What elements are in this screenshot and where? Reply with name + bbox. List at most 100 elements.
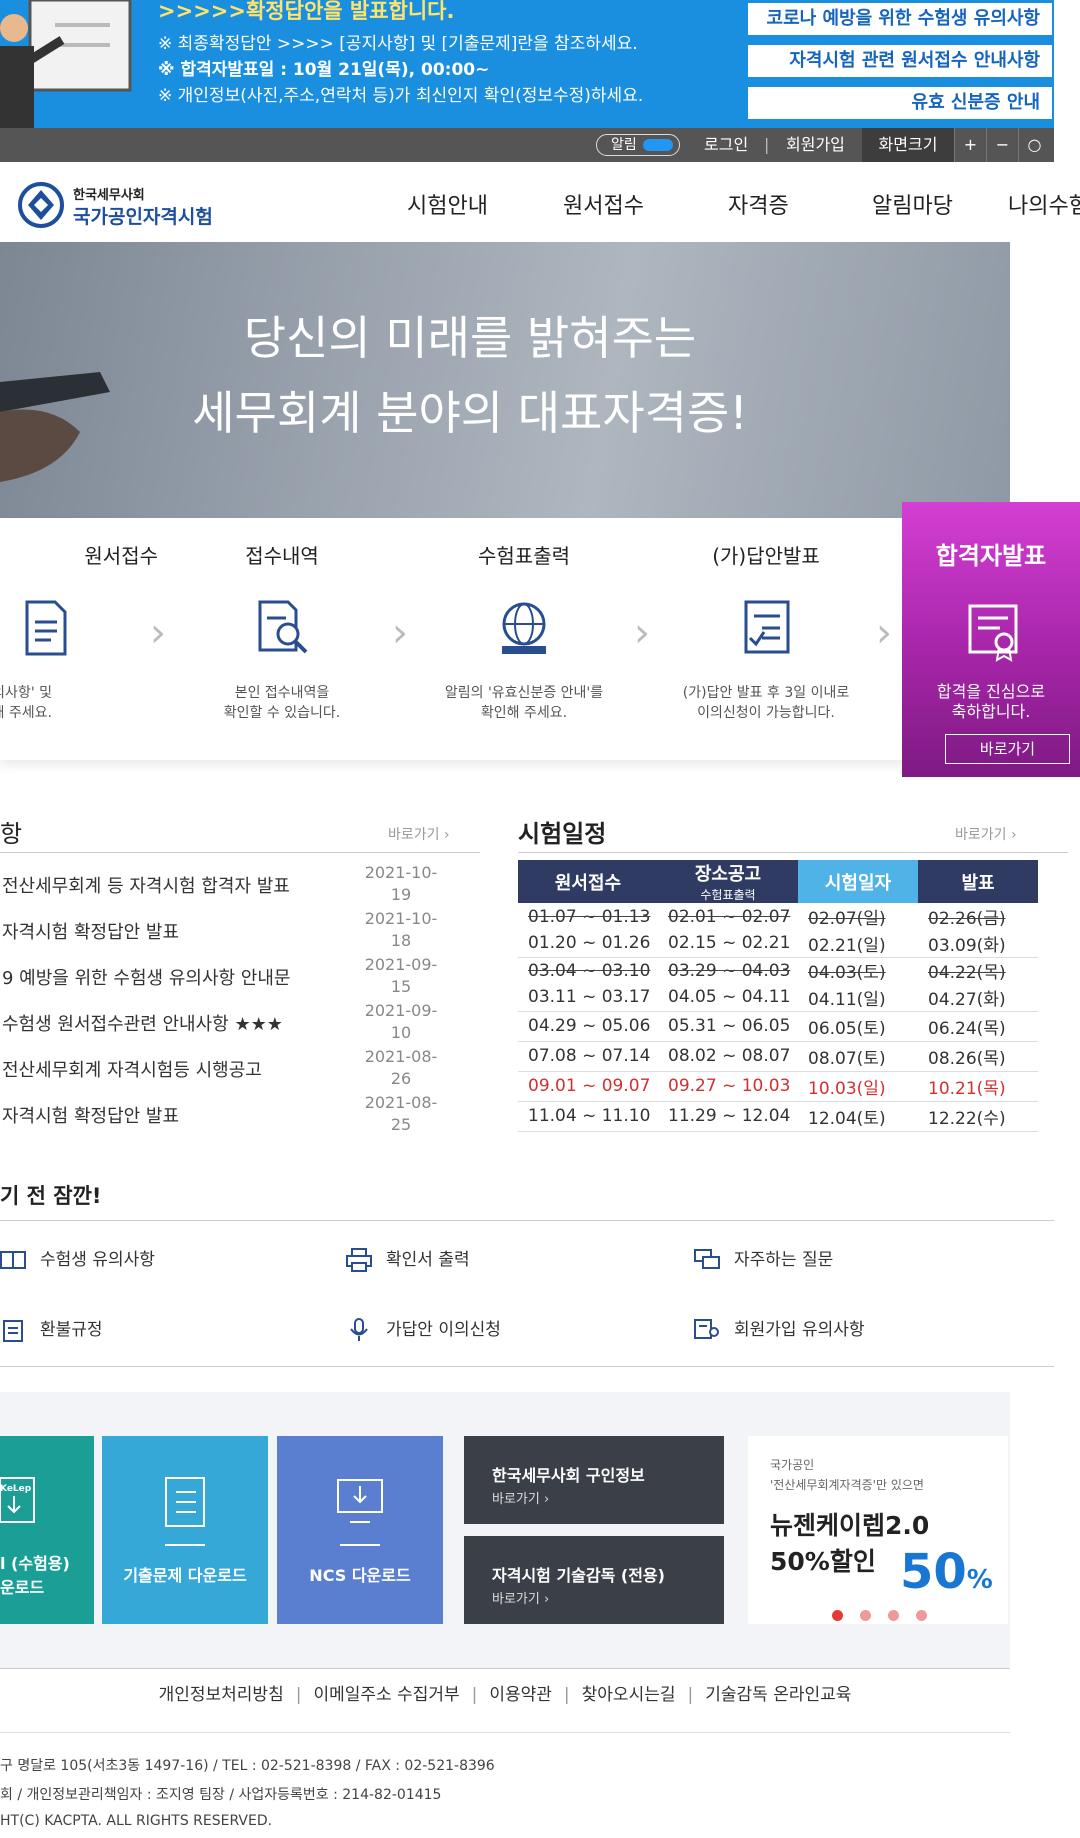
- chat-icon: [694, 1248, 720, 1272]
- login-link[interactable]: 로그인: [704, 128, 748, 162]
- banner-supervisor[interactable]: 자격시험 기술감독 (전용) 바로가기 ›: [464, 1536, 724, 1624]
- nav-certificate[interactable]: 자격증: [728, 188, 789, 220]
- schedule-row: 01.20 ~ 01.26 02.15 ~ 02.21 02.21(일) 03.09(…: [518, 930, 1038, 958]
- nav-exam-info[interactable]: 시험안내: [407, 188, 488, 220]
- carousel-dot[interactable]: [916, 1610, 927, 1621]
- step-title: 수험표출력: [478, 544, 570, 568]
- clipboard-icon: [0, 1318, 26, 1342]
- ad-line-1: 국가공인: [770, 1458, 815, 1472]
- step-title: 원서접수: [84, 544, 158, 568]
- nav-notice-board[interactable]: 알림마당: [872, 188, 953, 220]
- notices-title: 항: [0, 820, 23, 848]
- join-link[interactable]: 회원가입: [786, 128, 845, 162]
- notice-row[interactable]: 자격시험 확정답안 발표 2021-08- 25: [0, 1092, 480, 1138]
- notices-more-link[interactable]: 바로가기 ›: [388, 824, 450, 844]
- zoom-in-button[interactable]: +: [954, 128, 986, 162]
- nav-application[interactable]: 원서접수: [563, 188, 644, 220]
- banner-label: l (수험용) 운로드: [0, 1554, 70, 1597]
- footer-link-privacy[interactable]: 개인정보처리방침: [159, 1685, 284, 1705]
- notice-row[interactable]: 9 예방을 위한 수험생 유의사항 안내문 2021-09- 15: [0, 954, 480, 1000]
- notice-row[interactable]: 전산세무회계 자격시험등 시행공고 2021-08- 26: [0, 1046, 480, 1092]
- winner-announcement-card[interactable]: 합격자발표 합격을 진심으로 축하합니다. 바로가기: [902, 502, 1080, 777]
- quick-link-objection[interactable]: 가답안 이의신청: [346, 1315, 501, 1342]
- quick-link-faq[interactable]: 자주하는 질문: [694, 1245, 833, 1272]
- divider: [0, 1366, 1054, 1367]
- footer-address: 구 명달로 105(서초3동 1497-16) / TEL : 02-521-8…: [0, 1758, 495, 1774]
- notice-line: ※ 개인정보(사진,주소,연락처 등)가 최신인지 확인(정보수정)하세요.: [158, 86, 644, 106]
- separator: |: [295, 1685, 302, 1705]
- ad-carousel[interactable]: 국가공인 '전산세무회계자격증'만 있으면 뉴젠케이렙2.0 50%할인 50%: [748, 1436, 1008, 1624]
- ad-product: 뉴젠케이렙2.0: [770, 1511, 930, 1540]
- presenter-illustration: [0, 0, 132, 128]
- divider: [0, 1220, 1054, 1221]
- hero-banner: 당신의 미래를 밝혀주는 세무회계 분야의 대표자격증!: [0, 242, 1010, 518]
- search-document-icon: [258, 600, 308, 654]
- col-apply: 원서접수: [518, 860, 658, 903]
- schedule-row: 03.11 ~ 03.17 04.05 ~ 04.11 04.11(일) 04.27(…: [518, 984, 1038, 1012]
- banner-job-title: 한국세무사회 구인정보: [492, 1466, 645, 1485]
- chevron-right-icon: ›: [392, 610, 408, 656]
- notice-link-covid[interactable]: 코로나 예방을 위한 수험생 유의사항: [748, 3, 1052, 35]
- schedule-table: 원서접수 장소공고 수험표출력 시험일자 발표 01.07 ~ 01.13 02.0…: [518, 860, 1038, 1132]
- banner-supervisor-title: 자격시험 기술감독 (전용): [492, 1566, 665, 1585]
- nav-my-exam[interactable]: 나의수험: [1008, 188, 1080, 220]
- notice-headline: >>>>>확정답안을 발표합니다.: [158, 0, 455, 23]
- zoom-out-button[interactable]: −: [986, 128, 1018, 162]
- util-divider: |: [764, 135, 770, 154]
- notice-row[interactable]: 전산세무회계 등 자격시험 합격자 발표 2021-10- 19: [0, 862, 480, 908]
- divider: [165, 1544, 205, 1546]
- book-icon: [0, 1248, 26, 1272]
- footer-link-terms[interactable]: 이용약관: [489, 1685, 552, 1705]
- quick-link-join-notes[interactable]: 회원가입 유의사항: [694, 1315, 865, 1342]
- banner-job-more: 바로가기 ›: [492, 1492, 550, 1507]
- carousel-dot-active[interactable]: [832, 1610, 843, 1621]
- banner-past-exam-download[interactable]: 기출문제 다운로드: [102, 1436, 268, 1624]
- logo-emblem-icon: [18, 182, 64, 228]
- banner-kelep-download[interactable]: KeLep l (수험용) 운로드: [0, 1436, 94, 1624]
- banner-ncs-download[interactable]: NCS 다운로드: [277, 1436, 443, 1624]
- hero-line-2: 세무회계 분야의 대표자격증!: [192, 386, 748, 440]
- quick-link-candidate-notes[interactable]: 수험생 유의사항: [0, 1245, 155, 1272]
- step-answer-release[interactable]: (가)답안발표 (가)답안 발표 후 3일 이내로 이의신청이 가능합니다.: [646, 518, 886, 760]
- separator: |: [687, 1685, 694, 1705]
- quick-title: 기 전 잠깐!: [0, 1184, 102, 1208]
- quick-link-certificate-print[interactable]: 확인서 출력: [346, 1245, 470, 1272]
- checklist-icon: [165, 1477, 205, 1527]
- footer-link-directions[interactable]: 찾아오시는길: [582, 1685, 676, 1705]
- col-result: 발표: [918, 860, 1038, 903]
- notice-link-id[interactable]: 유효 신분증 안내: [748, 87, 1052, 119]
- quick-link-refund[interactable]: 환불규정: [0, 1315, 103, 1342]
- footer-link-education[interactable]: 기술감독 온라인교육: [705, 1685, 851, 1705]
- printer-icon: [346, 1248, 372, 1272]
- carousel-dot[interactable]: [888, 1610, 899, 1621]
- winner-go-button[interactable]: 바로가기: [945, 734, 1070, 764]
- schedule-row-current: 09.01 ~ 09.07 09.27 ~ 10.03 10.03(일) 10.21(…: [518, 1071, 1038, 1102]
- step-application[interactable]: 원서접수 원서접수 유의사항' 및내'를 확인해 주세요.: [0, 518, 160, 760]
- winner-title: 합격자발표: [935, 542, 1047, 570]
- step-desc: 본인 접수내역을 확인할 수 있습니다.: [223, 685, 341, 721]
- notice-line: ※ 합격자발표일 : 10월 21일(목), 00:00~: [158, 60, 490, 80]
- chevron-right-icon: ›: [876, 610, 892, 656]
- footer-copyright: HT(C) KACPTA. ALL RIGHTS RESERVED.: [0, 1813, 273, 1829]
- alarm-label: 알림: [611, 137, 637, 153]
- divider: [518, 852, 1068, 853]
- notice-row[interactable]: 수험생 원서접수관련 안내사항 ★★★ 2021-09- 10: [0, 1000, 480, 1046]
- banner-job-info[interactable]: 한국세무사회 구인정보 바로가기 ›: [464, 1436, 724, 1524]
- step-receipt[interactable]: 접수내역 본인 접수내역을 확인할 수 있습니다.: [162, 518, 402, 760]
- carousel-dot[interactable]: [860, 1610, 871, 1621]
- footer-link-email[interactable]: 이메일주소 수집거부: [313, 1685, 459, 1705]
- monitor-download-icon: [337, 1479, 383, 1523]
- alarm-toggle[interactable]: 알림: [596, 134, 680, 156]
- notice-link-application[interactable]: 자격시험 관련 원서접수 안내사항: [748, 45, 1052, 77]
- kelep-logo: KeLep: [0, 1484, 32, 1494]
- utility-bar: 알림 로그인 | 회원가입 화면크기 + − ○: [0, 128, 1054, 162]
- notice-row[interactable]: 자격시험 확정답안 발표 2021-10- 18: [0, 908, 480, 954]
- separator: |: [563, 1685, 570, 1705]
- ad-line-2: '전산세무회계자격증'만 있으면: [770, 1478, 924, 1492]
- schedule-title: 시험일정: [518, 820, 607, 848]
- schedule-more-link[interactable]: 바로가기 ›: [955, 824, 1017, 844]
- notice-links: 코로나 예방을 위한 수험생 유의사항 자격시험 관련 원서접수 안내사항 유효…: [748, 3, 1052, 129]
- step-ticket-print[interactable]: 수험표출력 알림의 '유효신분증 안내'를 확인해 주세요.: [404, 518, 644, 760]
- zoom-reset-button[interactable]: ○: [1018, 128, 1050, 162]
- notice-line: ※ 최종확정답안 >>>> [공지사항] 및 [기출문제]란을 참조하세요.: [158, 34, 638, 54]
